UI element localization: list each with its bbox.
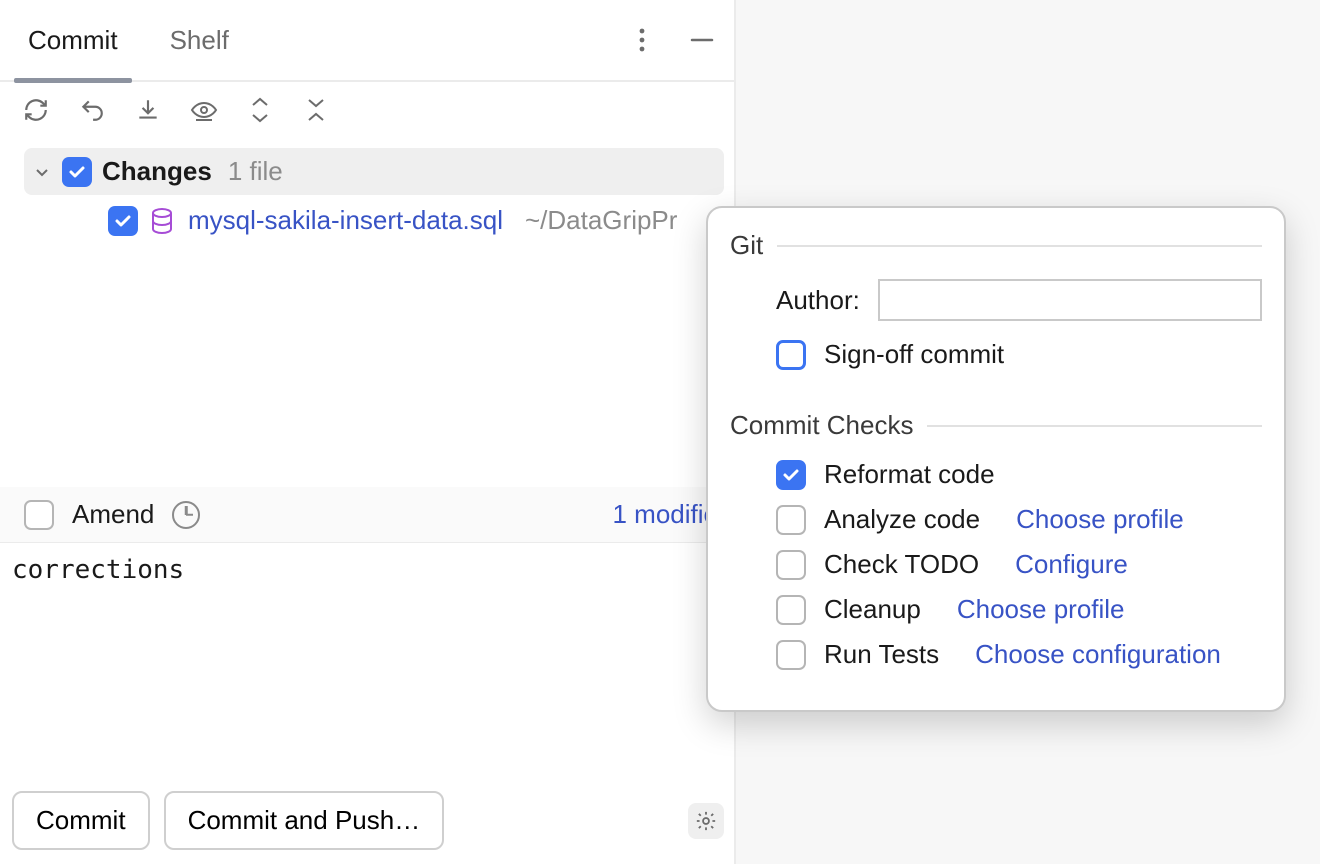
commit-button[interactable]: Commit [12, 791, 150, 850]
commit-and-push-button[interactable]: Commit and Push… [164, 791, 445, 850]
author-input[interactable] [878, 279, 1262, 321]
shelve-icon[interactable] [134, 96, 162, 124]
file-path: ~/DataGripPr [525, 205, 677, 236]
author-label: Author: [776, 285, 860, 316]
todo-label: Check TODO [824, 549, 979, 580]
signoff-checkbox[interactable] [776, 340, 806, 370]
reformat-label: Reformat code [824, 459, 995, 490]
file-name: mysql-sakila-insert-data.sql [188, 205, 503, 236]
analyze-label: Analyze code [824, 504, 980, 535]
rollback-icon[interactable] [78, 96, 106, 124]
commit-checks-title: Commit Checks [730, 410, 913, 441]
amend-row: Amend 1 modifie [0, 487, 734, 543]
tabs: Commit Shelf [0, 0, 734, 82]
commit-checks-header: Commit Checks [730, 410, 1262, 441]
minimize-icon[interactable] [688, 26, 716, 54]
todo-link[interactable]: Configure [1015, 549, 1128, 580]
divider [777, 245, 1262, 247]
divider [927, 425, 1262, 427]
tests-link[interactable]: Choose configuration [975, 639, 1221, 670]
reformat-checkbox[interactable] [776, 460, 806, 490]
button-row: Commit Commit and Push… [0, 781, 734, 864]
chevron-down-icon[interactable] [34, 164, 52, 180]
analyze-checkbox[interactable] [776, 505, 806, 535]
changes-header[interactable]: Changes 1 file [24, 148, 724, 195]
changes-count: 1 file [228, 156, 283, 187]
analyze-link[interactable]: Choose profile [1016, 504, 1184, 535]
commit-options-popup: Git Author: Sign-off commit Commit Check… [706, 206, 1286, 712]
amend-label: Amend [72, 499, 154, 530]
tab-commit[interactable]: Commit [20, 0, 126, 81]
history-icon[interactable] [172, 501, 200, 529]
tab-shelf[interactable]: Shelf [162, 0, 237, 81]
more-icon[interactable] [628, 26, 656, 54]
file-checkbox[interactable] [108, 206, 138, 236]
modified-link[interactable]: 1 modifie [613, 499, 719, 530]
cleanup-label: Cleanup [824, 594, 921, 625]
file-row[interactable]: mysql-sakila-insert-data.sql ~/DataGripP… [0, 199, 734, 242]
gear-icon[interactable] [688, 803, 724, 839]
toolbar [0, 82, 734, 138]
database-icon [150, 208, 176, 234]
changes-checkbox[interactable] [62, 157, 92, 187]
commit-message-input[interactable]: corrections [0, 543, 734, 781]
changes-label: Changes [102, 156, 212, 187]
tests-label: Run Tests [824, 639, 939, 670]
preview-icon[interactable] [190, 96, 218, 124]
signoff-label: Sign-off commit [824, 339, 1004, 370]
tests-checkbox[interactable] [776, 640, 806, 670]
refresh-icon[interactable] [22, 96, 50, 124]
cleanup-link[interactable]: Choose profile [957, 594, 1125, 625]
collapse-all-icon[interactable] [302, 96, 330, 124]
author-row: Author: [776, 279, 1262, 321]
commit-panel: Commit Shelf [0, 0, 736, 864]
cleanup-checkbox[interactable] [776, 595, 806, 625]
git-section-title: Git [730, 230, 763, 261]
todo-checkbox[interactable] [776, 550, 806, 580]
changes-list: Changes 1 file mysql-sakila-insert-data.… [0, 138, 734, 487]
right-panel: Git Author: Sign-off commit Commit Check… [736, 0, 1320, 864]
git-section-header: Git [730, 230, 1262, 261]
expand-collapse-icon[interactable] [246, 96, 274, 124]
amend-checkbox[interactable] [24, 500, 54, 530]
